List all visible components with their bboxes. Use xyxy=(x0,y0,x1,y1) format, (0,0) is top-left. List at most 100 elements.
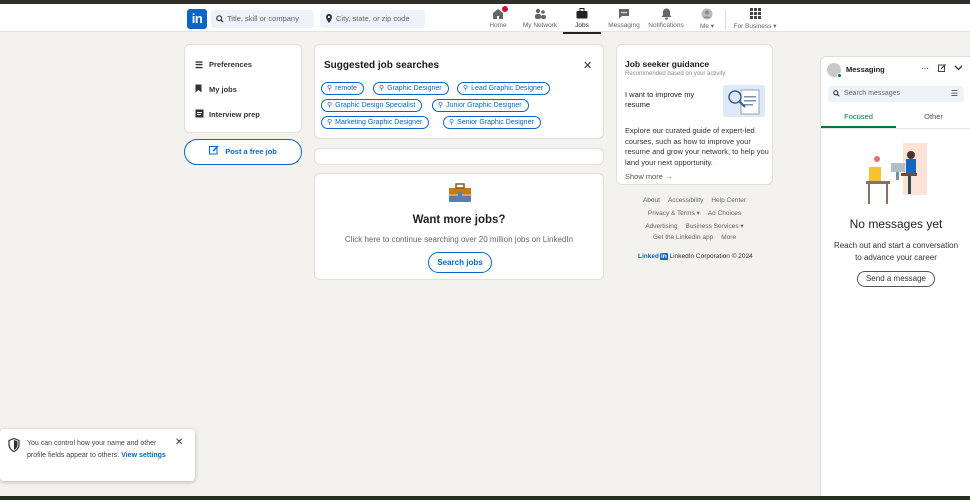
suggested-chip[interactable]: ⚲ Marketing Graphic Designer xyxy=(321,116,430,129)
suggested-chip[interactable]: ⚲ Junior Graphic Designer xyxy=(432,99,529,112)
arrow-right-icon: → xyxy=(665,172,673,181)
left-nav-card: ☰ Preferences My jobs Interview prep xyxy=(184,44,302,133)
search-icon: ⚲ xyxy=(438,102,444,109)
nav-for-business-text: For Business xyxy=(733,23,772,30)
footer-link[interactable]: More xyxy=(721,234,736,241)
footer-copyright-text: LinkedIn Corporation © 2024 xyxy=(669,253,753,260)
chevron-down-icon[interactable] xyxy=(954,64,963,73)
footer-link[interactable]: Accessibility xyxy=(668,197,703,204)
footer-link[interactable]: Ad Choices xyxy=(708,210,741,217)
window-bottom-bar xyxy=(0,496,970,500)
search-icon: ⚲ xyxy=(463,85,469,92)
grid-icon xyxy=(730,8,780,21)
filter-icon[interactable]: ☰ xyxy=(951,86,958,102)
list-icon: ☰ xyxy=(195,60,204,71)
footer-copyright: Linked in LinkedIn Corporation © 2024 xyxy=(638,253,753,260)
location-placeholder: City, state, or zip code xyxy=(336,14,410,23)
job-seeker-guidance-card: Job seeker guidance Recommended based on… xyxy=(616,44,773,185)
job-title-search-input[interactable]: Title, skill or company xyxy=(211,10,314,28)
more-jobs-subtitle: Click here to continue searching over 20… xyxy=(344,235,574,244)
nav-preferences[interactable]: ☰ Preferences xyxy=(195,58,252,72)
compose-icon[interactable] xyxy=(938,64,946,74)
briefcase-illustration-icon xyxy=(448,183,472,203)
chip-label: remote xyxy=(335,85,357,92)
nav-my-jobs[interactable]: My jobs xyxy=(195,83,237,97)
suggested-chip[interactable]: ⚲ Senior Graphic Designer xyxy=(443,116,541,129)
empty-messages-body: Reach out and start a conversation to ad… xyxy=(833,241,959,262)
tab-focused[interactable]: Focused xyxy=(821,112,896,128)
suggested-chip[interactable]: ⚲ Graphic Design Specialist xyxy=(321,99,423,112)
search-icon: ⚲ xyxy=(327,85,333,92)
search-icon: ⚲ xyxy=(327,102,333,109)
search-icon: ⚲ xyxy=(379,85,385,92)
improve-resume-text[interactable]: I want to improve my resume xyxy=(625,90,715,110)
search-icon: ⚲ xyxy=(449,119,455,126)
footer-link[interactable]: Advertising xyxy=(645,223,677,230)
location-pin-icon xyxy=(325,10,333,29)
chevron-down-icon: ▾ xyxy=(773,23,777,30)
show-more-link[interactable]: Show more → xyxy=(625,172,673,181)
shield-icon xyxy=(8,437,20,457)
chip-label: Senior Graphic Designer xyxy=(457,119,534,126)
search-messages-input[interactable]: Search messages ☰ xyxy=(828,86,964,102)
global-nav: in Title, skill or company City, state, … xyxy=(0,4,970,34)
footer-row: Advertising Business Services ▾ xyxy=(616,222,773,230)
location-search-input[interactable]: City, state, or zip code xyxy=(320,10,425,28)
toast-message: You can control how your name and other … xyxy=(27,438,167,462)
footer-link[interactable]: Get the LinkedIn app xyxy=(653,234,713,241)
more-options-icon[interactable]: ⋯ xyxy=(921,64,929,73)
linkedin-logo[interactable]: in xyxy=(187,9,207,29)
guidance-title: Job seeker guidance xyxy=(625,59,710,69)
messaging-panel: Messaging ⋯ Search messages ☰ Focused Ot… xyxy=(820,56,970,496)
suggested-chip[interactable]: ⚲ remote xyxy=(321,82,364,95)
search-messages-placeholder: Search messages xyxy=(844,90,901,97)
more-jobs-card[interactable]: Want more jobs? Click here to continue s… xyxy=(314,173,604,280)
search-icon: ⚲ xyxy=(327,119,333,126)
footer-link[interactable]: Business Services ▾ xyxy=(685,223,743,230)
more-jobs-title: Want more jobs? xyxy=(412,214,506,226)
chip-label: Graphic Designer xyxy=(387,85,442,92)
close-icon[interactable]: ✕ xyxy=(583,59,592,72)
footer-row: Get the LinkedIn app More xyxy=(616,234,773,241)
close-icon[interactable]: ✕ xyxy=(175,437,183,448)
empty-messages-illustration-icon xyxy=(861,139,931,209)
tab-divider xyxy=(821,128,970,129)
nav-interview-prep[interactable]: Interview prep xyxy=(195,108,260,122)
suggested-chip[interactable]: ⚲ Lead Graphic Designer xyxy=(457,82,551,95)
clipboard-icon xyxy=(195,108,205,122)
notification-badge xyxy=(502,6,508,12)
chevron-down-icon: ▾ xyxy=(710,23,715,30)
tab-other[interactable]: Other xyxy=(896,112,970,128)
nav-preferences-label: Preferences xyxy=(209,60,252,69)
footer-row: About Accessibility Help Center xyxy=(616,197,773,204)
footer-link[interactable]: Privacy & Terms ▾ xyxy=(648,210,700,217)
show-more-label: Show more xyxy=(625,172,663,181)
nav-for-business[interactable]: For Business ▾ xyxy=(730,6,780,32)
chip-label: Graphic Design Specialist xyxy=(335,102,416,109)
suggested-searches-title: Suggested job searches xyxy=(324,60,440,71)
edit-icon xyxy=(209,145,225,156)
footer-link[interactable]: About xyxy=(643,197,660,204)
search-jobs-button[interactable]: Search jobs xyxy=(428,252,492,273)
suggested-searches-card: Suggested job searches ✕ ⚲ remote ⚲ Graphi… xyxy=(314,44,604,139)
view-settings-link[interactable]: View settings xyxy=(121,452,166,459)
guidance-subtitle: Recommended based on your activity xyxy=(625,71,726,77)
footer-linkedin-logo: Linked in xyxy=(638,253,668,260)
nav-for-business-label: For Business ▾ xyxy=(730,22,780,30)
resume-illustration-icon xyxy=(723,85,765,117)
send-message-button[interactable]: Send a message xyxy=(857,271,935,287)
nav-interview-prep-label: Interview prep xyxy=(209,110,260,119)
nav-me-text: Me xyxy=(699,23,709,30)
messaging-title[interactable]: Messaging xyxy=(846,65,885,74)
post-free-job-button[interactable]: Post a free job xyxy=(184,139,302,165)
guidance-description: Explore our curated guide of expert-led … xyxy=(625,126,769,167)
suggested-chip[interactable]: ⚲ Graphic Designer xyxy=(373,82,449,95)
empty-messages-title: No messages yet xyxy=(849,217,943,231)
search-icon xyxy=(216,10,224,29)
privacy-toast: You can control how your name and other … xyxy=(0,429,195,481)
search-icon xyxy=(833,86,840,104)
footer-link[interactable]: Help Center xyxy=(711,197,746,204)
footer-logo-word: Linked xyxy=(638,253,659,260)
bookmark-icon xyxy=(195,83,205,97)
nav-divider xyxy=(725,10,726,30)
